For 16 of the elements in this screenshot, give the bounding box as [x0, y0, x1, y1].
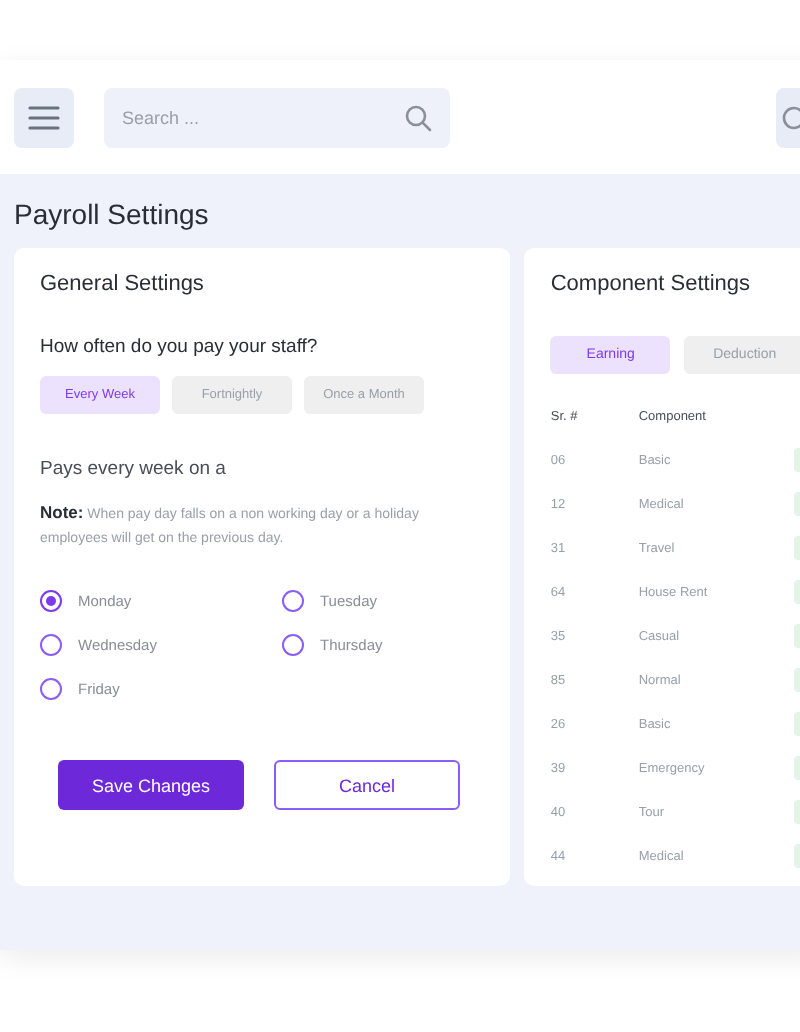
radio-button[interactable] [282, 633, 304, 655]
radio-button[interactable] [40, 677, 62, 699]
menu-button[interactable] [14, 87, 74, 147]
save-button[interactable]: Save Changes [58, 760, 244, 810]
radio-button[interactable] [40, 633, 62, 655]
question-label: How often do you pay your staff? [40, 336, 320, 358]
card-title: General Settings [40, 272, 206, 296]
radio-button[interactable] [40, 589, 62, 611]
pay-day-label: Pays every week on a [40, 458, 228, 480]
search-field[interactable]: Search ... [104, 87, 450, 147]
menu-icon [28, 105, 60, 129]
radio-button[interactable] [282, 589, 304, 611]
page-title: Payroll Settings [14, 198, 211, 230]
search-icon [404, 103, 432, 131]
card-title: Component Settings [550, 272, 753, 296]
cancel-button[interactable]: Cancel [274, 760, 460, 810]
